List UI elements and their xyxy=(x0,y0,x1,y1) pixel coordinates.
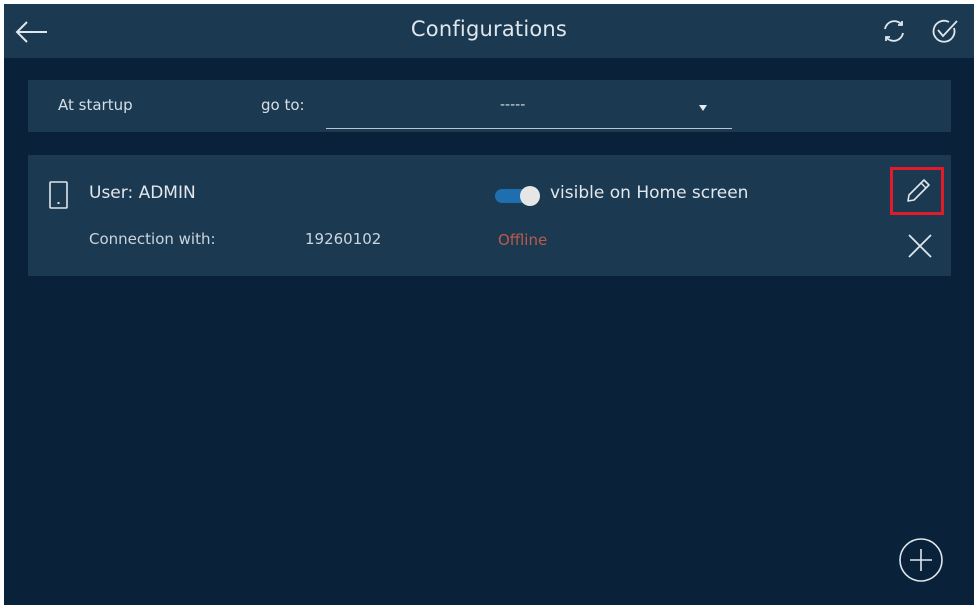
connection-label: Connection with: xyxy=(89,230,216,248)
close-icon xyxy=(908,234,932,258)
check-circle-icon xyxy=(932,19,958,43)
user-config-card: User: ADMIN visible on Home screen Conne… xyxy=(28,155,951,276)
visible-toggle[interactable] xyxy=(495,186,540,206)
connection-value: 19260102 xyxy=(305,230,382,248)
startup-label: At startup xyxy=(58,96,133,114)
startup-page-select-value: ----- xyxy=(500,97,526,113)
page-title: Configurations xyxy=(410,17,568,41)
visible-label: visible on Home screen xyxy=(550,183,749,203)
refresh-icon xyxy=(884,20,904,42)
top-bar: Configurations xyxy=(4,4,974,58)
refresh-button[interactable] xyxy=(879,16,909,46)
startup-panel: At startup go to: ----- xyxy=(28,80,951,132)
configurations-screen: Configurations At startup go to: ----- U… xyxy=(4,4,974,605)
edit-button[interactable] xyxy=(890,167,944,215)
delete-button[interactable] xyxy=(905,231,935,261)
startup-page-select[interactable]: ----- xyxy=(326,90,732,129)
add-config-button[interactable] xyxy=(897,536,945,584)
user-label: User: ADMIN xyxy=(89,183,196,203)
pencil-icon xyxy=(907,179,930,202)
back-button[interactable] xyxy=(14,16,50,48)
toggle-knob xyxy=(520,186,540,206)
status-badge: Offline xyxy=(498,231,548,249)
plus-circle-icon xyxy=(899,538,943,582)
confirm-button[interactable] xyxy=(929,16,959,46)
arrow-left-icon xyxy=(15,21,47,43)
caret-down-icon xyxy=(699,105,707,111)
goto-label: go to: xyxy=(261,96,305,114)
phone-icon xyxy=(49,181,68,209)
